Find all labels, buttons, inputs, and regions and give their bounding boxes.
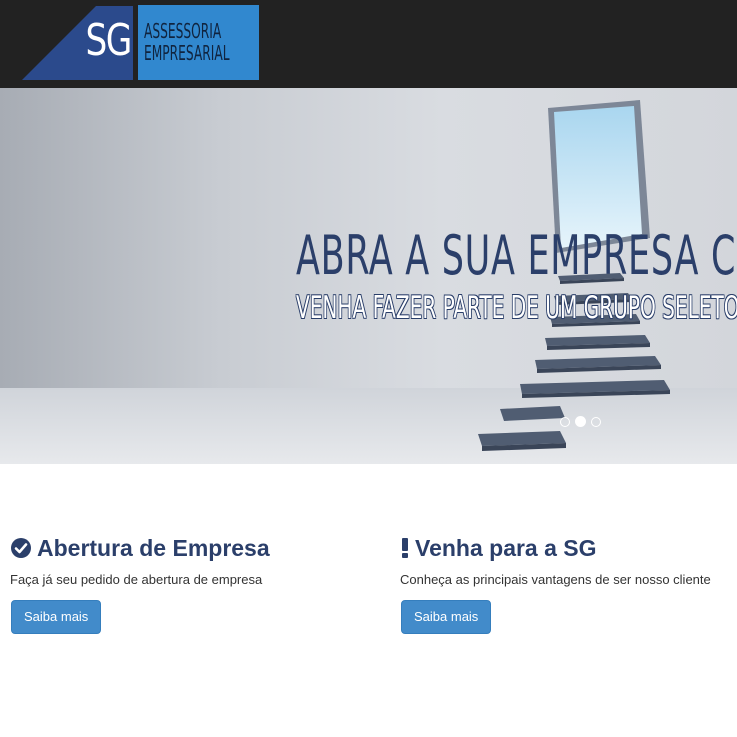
- hero-title: ABRA A SUA EMPRESA CO: [296, 224, 737, 287]
- feature-title: Abertura de Empresa: [37, 535, 270, 561]
- carousel-dot-3[interactable]: [591, 417, 601, 427]
- feature-abertura: Abertura de Empresa Faça já seu pedido d…: [10, 534, 380, 634]
- feature-heading: Abertura de Empresa: [10, 534, 380, 564]
- feature-heading: Venha para a SG: [400, 534, 737, 564]
- carousel-dot-1[interactable]: [560, 417, 570, 427]
- saiba-mais-button[interactable]: Saiba mais: [401, 600, 492, 634]
- logo[interactable]: SG ASSESSORIA EMPRESARIAL: [0, 0, 270, 88]
- feature-description: Faça já seu pedido de abertura de empres…: [10, 572, 263, 587]
- page: SG ASSESSORIA EMPRESARIAL ABRA A SUA EMP…: [0, 0, 737, 737]
- header-bar: SG ASSESSORIA EMPRESARIAL: [0, 0, 737, 88]
- logo-wordmark-line1: ASSESSORIA: [144, 19, 222, 43]
- feature-description: Conheça as principais vantagens de ser n…: [400, 572, 711, 587]
- hero-carousel[interactable]: ABRA A SUA EMPRESA CO VENHA FAZER PARTE …: [0, 88, 737, 464]
- exclamation-icon: [402, 538, 408, 558]
- logo-initials: SG: [85, 15, 133, 66]
- feature-title: Venha para a SG: [415, 535, 597, 561]
- feature-venha-sg: Venha para a SG Conheça as principais va…: [400, 534, 737, 634]
- saiba-mais-button[interactable]: Saiba mais: [11, 600, 102, 634]
- hero-subtitle: VENHA FAZER PARTE DE UM GRUPO SELETO D: [296, 290, 737, 326]
- carousel-dot-2-active[interactable]: [575, 416, 586, 427]
- check-circle-icon: [11, 538, 31, 558]
- logo-wordmark-box: ASSESSORIA EMPRESARIAL: [138, 5, 259, 80]
- logo-wordmark-line2: EMPRESARIAL: [144, 41, 230, 65]
